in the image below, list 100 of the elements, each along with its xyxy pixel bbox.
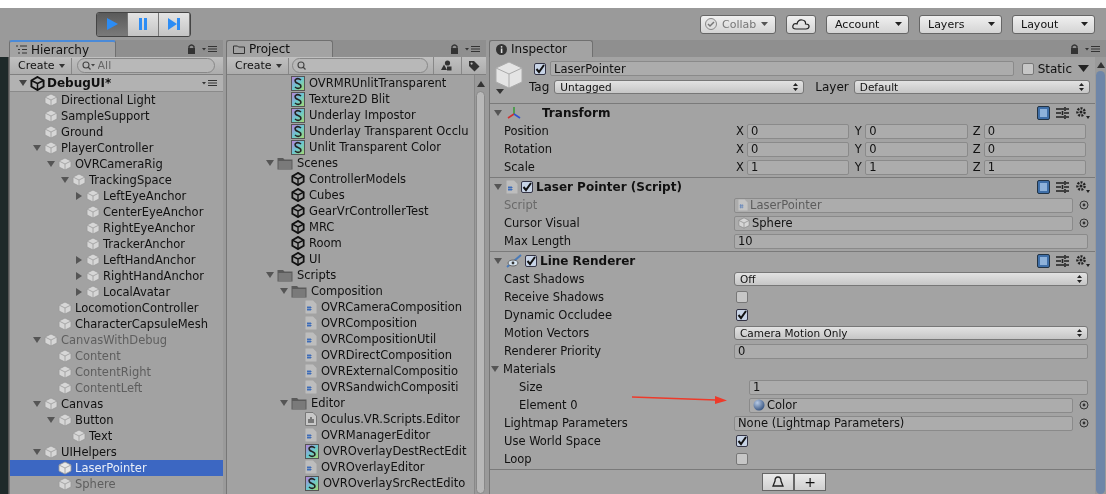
number-field[interactable]: 1 <box>747 159 850 175</box>
project-item[interactable]: Texture2D Blit <box>227 91 474 107</box>
number-field[interactable]: 0 <box>865 123 968 139</box>
number-field[interactable]: 1 <box>749 379 1088 395</box>
project-item[interactable]: GearVrControllerTest <box>227 203 474 219</box>
hierarchy-item[interactable]: CharacterCapsuleMesh <box>10 316 223 332</box>
property-label: Script <box>504 198 538 212</box>
search-field[interactable]: All <box>76 58 215 73</box>
project-item[interactable]: Cubes <box>227 187 474 203</box>
hierarchy-item[interactable]: LeftHandAnchor <box>10 252 223 268</box>
project-item[interactable]: OVRSandwichCompositi <box>227 379 474 395</box>
project-item[interactable]: Oculus.VR.Scripts.Editor <box>227 411 474 427</box>
project-item[interactable]: OVRCompositionUtil <box>227 331 474 347</box>
static-label: Static <box>1037 61 1072 76</box>
property-label: Use World Space <box>504 434 601 448</box>
project-item[interactable]: OVROverlayDestRectEdit <box>227 443 474 459</box>
project-item[interactable]: OVROverlayEditor <box>227 459 474 475</box>
property-label: Loop <box>504 452 532 466</box>
project-item[interactable]: Underlay Transparent Occlu <box>227 123 474 139</box>
axis-label: Y <box>853 124 863 138</box>
number-field[interactable]: 1 <box>983 159 1086 175</box>
number-field[interactable]: 0 <box>983 123 1086 139</box>
layers-button[interactable]: Layers <box>919 14 1002 34</box>
hierarchy-item[interactable]: OVRCameraRig <box>10 156 223 172</box>
inspector-tab[interactable]: Inspector <box>489 40 593 57</box>
number-field[interactable]: 10 <box>734 233 1088 249</box>
tag-label: Tag <box>529 80 550 94</box>
hierarchy-item[interactable]: RightEyeAnchor <box>10 220 223 236</box>
project-item[interactable]: UI <box>227 251 474 267</box>
component-header[interactable]: Transform <box>490 104 1095 122</box>
project-item[interactable]: OVRCameraComposition <box>227 299 474 315</box>
hierarchy-item[interactable]: CenterEyeAnchor <box>10 204 223 220</box>
tag-dropdown[interactable]: Untagged <box>554 80 805 94</box>
layout-button[interactable]: Layout <box>1012 14 1095 34</box>
hierarchy-item[interactable]: Text <box>10 428 223 444</box>
hierarchy-item[interactable]: TrackerAnchor <box>10 236 223 252</box>
hierarchy-item[interactable]: PlayerController <box>10 140 223 156</box>
hierarchy-item[interactable]: LaserPointer <box>10 460 223 476</box>
property-label: Size <box>519 380 543 394</box>
component-header[interactable]: Line Renderer <box>490 252 1095 270</box>
number-field[interactable]: 0 <box>983 141 1086 157</box>
object-field[interactable]: Sphere <box>734 215 1073 231</box>
project-item[interactable]: Unlit Transparent Color <box>227 139 474 155</box>
property-label: Materials <box>503 362 556 376</box>
property-label: Position <box>504 124 549 138</box>
project-item[interactable]: MRC <box>227 219 474 235</box>
property-label: Cast Shadows <box>504 272 585 286</box>
number-field[interactable]: 0 <box>865 141 968 157</box>
property-label: Receive Shadows <box>504 290 605 304</box>
hierarchy-tab[interactable]: Hierarchy <box>9 40 116 57</box>
layer-dropdown[interactable]: Default <box>853 80 1090 94</box>
add-button[interactable]: + <box>794 473 826 491</box>
number-field[interactable]: 0 <box>747 141 850 157</box>
number-field[interactable]: 0 <box>734 343 1088 359</box>
axis-label: X <box>735 124 745 138</box>
hierarchy-item[interactable]: Canvas <box>10 396 223 412</box>
axis-label: Y <box>853 142 863 156</box>
axis-label: Y <box>853 160 863 174</box>
object-field[interactable]: Color <box>749 397 1073 413</box>
hierarchy-item[interactable]: RightHandAnchor <box>10 268 223 284</box>
component-header[interactable]: Laser Pointer (Script) <box>490 178 1095 196</box>
property-label: Motion Vectors <box>504 326 590 340</box>
project-item[interactable]: OVRComposition <box>227 315 474 331</box>
axis-label: X <box>735 142 745 156</box>
hierarchy-item[interactable]: Directional Light <box>10 92 223 108</box>
project-item[interactable]: Composition <box>227 283 474 299</box>
project-item[interactable]: Editor <box>227 395 474 411</box>
hierarchy-item[interactable]: SampleSupport <box>10 108 223 124</box>
number-field[interactable]: 0 <box>747 123 850 139</box>
project-item[interactable]: Scenes <box>227 155 474 171</box>
project-item[interactable]: OVROverlaySrcRectEdito <box>227 475 474 491</box>
project-item[interactable]: ControllerModels <box>227 171 474 187</box>
hierarchy-item[interactable]: UIHelpers <box>10 444 223 460</box>
hierarchy-item[interactable]: TrackingSpace <box>10 172 223 188</box>
project-item[interactable]: OVRMRUnlitTransparent <box>227 75 474 91</box>
axis-label: Z <box>971 142 982 156</box>
hierarchy-item[interactable]: LocomotionController <box>10 300 223 316</box>
dropdown[interactable]: Off <box>734 272 1088 286</box>
project-item[interactable]: OVRDirectComposition <box>227 347 474 363</box>
dropdown[interactable]: Camera Motion Only <box>734 326 1088 340</box>
number-field[interactable]: 1 <box>865 159 968 175</box>
project-item[interactable]: OVRExternalCompositio <box>227 363 474 379</box>
account-button[interactable]: Account <box>826 14 909 34</box>
axis-label: Z <box>971 124 982 138</box>
project-item[interactable]: Scripts <box>227 267 474 283</box>
property-label: Lightmap Parameters <box>504 416 628 430</box>
project-item[interactable]: Underlay Impostor <box>227 107 474 123</box>
object-field[interactable]: None (Lightmap Parameters) <box>734 415 1073 431</box>
property-label: Cursor Visual <box>504 216 580 230</box>
hierarchy-item[interactable]: Ground <box>10 124 223 140</box>
project-item[interactable]: Room <box>227 235 474 251</box>
hierarchy-item[interactable]: LeftEyeAnchor <box>10 188 223 204</box>
hierarchy-item[interactable]: Button <box>10 412 223 428</box>
project-item[interactable]: OVRManagerEditor <box>227 427 474 443</box>
create-button[interactable]: Create <box>14 57 72 74</box>
axis-label: X <box>735 160 745 174</box>
hierarchy-item[interactable]: LocalAvatar <box>10 284 223 300</box>
name-field[interactable]: LaserPointer <box>550 61 1014 76</box>
project-tab[interactable]: Project <box>226 40 333 57</box>
property-label: Max Length <box>504 234 572 248</box>
